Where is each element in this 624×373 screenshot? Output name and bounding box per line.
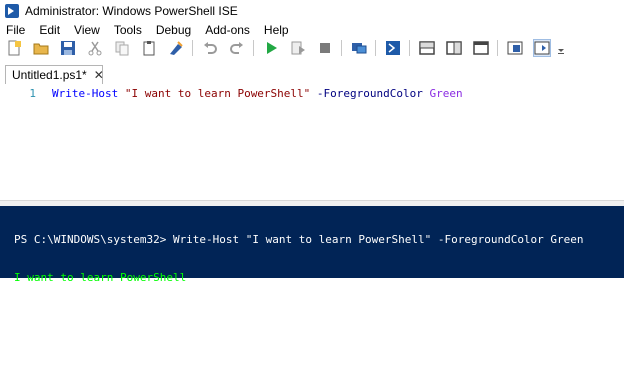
menu-edit[interactable]: Edit <box>32 23 67 37</box>
toolbar-separator <box>497 40 498 56</box>
cut-icon[interactable] <box>87 40 103 56</box>
toolbar <box>0 38 624 58</box>
toolbar-separator <box>375 40 376 56</box>
menu-file[interactable]: File <box>0 23 32 37</box>
copy-icon[interactable] <box>114 40 130 56</box>
line-number: 1 <box>29 86 36 100</box>
show-script-right-icon[interactable] <box>446 40 462 56</box>
code-string: "I want to learn PowerShell" <box>124 86 311 100</box>
code-line: 1 Write-Host "I want to learn PowerShell… <box>0 86 624 100</box>
console-command-line: PS C:\WINDOWS\system32> Write-Host "I wa… <box>14 233 584 246</box>
run-selection-icon[interactable] <box>290 40 306 56</box>
window-title: Administrator: Windows PowerShell ISE <box>25 4 238 18</box>
console-output-line: I want to learn PowerShell <box>14 271 187 284</box>
redo-icon[interactable] <box>229 40 245 56</box>
save-icon[interactable] <box>60 40 76 56</box>
console-prompt[interactable]: PS C:\WINDOWS\system32> | <box>14 348 624 360</box>
code-parameter: -ForegroundColor <box>316 86 423 100</box>
show-script-top-icon[interactable] <box>419 40 435 56</box>
run-icon[interactable] <box>263 40 279 56</box>
code-argument: Green <box>429 86 463 100</box>
show-command-icon[interactable] <box>507 40 523 56</box>
open-folder-icon[interactable] <box>33 40 49 56</box>
toolbar-separator <box>409 40 410 56</box>
menu-bar: File Edit View Tools Debug Add-ons Help <box>0 22 624 38</box>
more-icon[interactable] <box>557 40 565 56</box>
powershell-icon[interactable] <box>385 40 401 56</box>
undo-icon[interactable] <box>202 40 218 56</box>
tab-untitled1[interactable]: Untitled1.ps1* ✕ <box>5 65 104 84</box>
new-file-icon[interactable] <box>6 40 22 56</box>
menu-debug[interactable]: Debug <box>149 23 198 37</box>
script-tab-strip: Untitled1.ps1* ✕ <box>0 62 624 85</box>
console-pane[interactable]: PS C:\WINDOWS\system32> Write-Host "I wa… <box>0 206 624 360</box>
close-icon[interactable]: ✕ <box>94 68 104 82</box>
toolbar-separator <box>192 40 193 56</box>
toolbar-separator <box>253 40 254 56</box>
toolbar-separator <box>341 40 342 56</box>
show-addon-icon[interactable] <box>533 39 551 57</box>
tab-label: Untitled1.ps1* <box>12 68 87 82</box>
stop-icon[interactable] <box>317 40 333 56</box>
menu-addons[interactable]: Add-ons <box>198 23 257 37</box>
clear-console-icon[interactable] <box>168 40 184 56</box>
code-cmdlet: Write-Host <box>52 86 119 100</box>
show-script-maximized-icon[interactable] <box>473 40 489 56</box>
title-bar: Administrator: Windows PowerShell ISE <box>0 0 624 22</box>
menu-tools[interactable]: Tools <box>107 23 149 37</box>
script-editor[interactable]: 1 Write-Host "I want to learn PowerShell… <box>0 84 624 200</box>
menu-help[interactable]: Help <box>257 23 296 37</box>
remote-tab-icon[interactable] <box>351 40 367 56</box>
paste-icon[interactable] <box>141 40 157 56</box>
powershell-app-icon <box>5 4 19 18</box>
menu-view[interactable]: View <box>67 23 107 37</box>
